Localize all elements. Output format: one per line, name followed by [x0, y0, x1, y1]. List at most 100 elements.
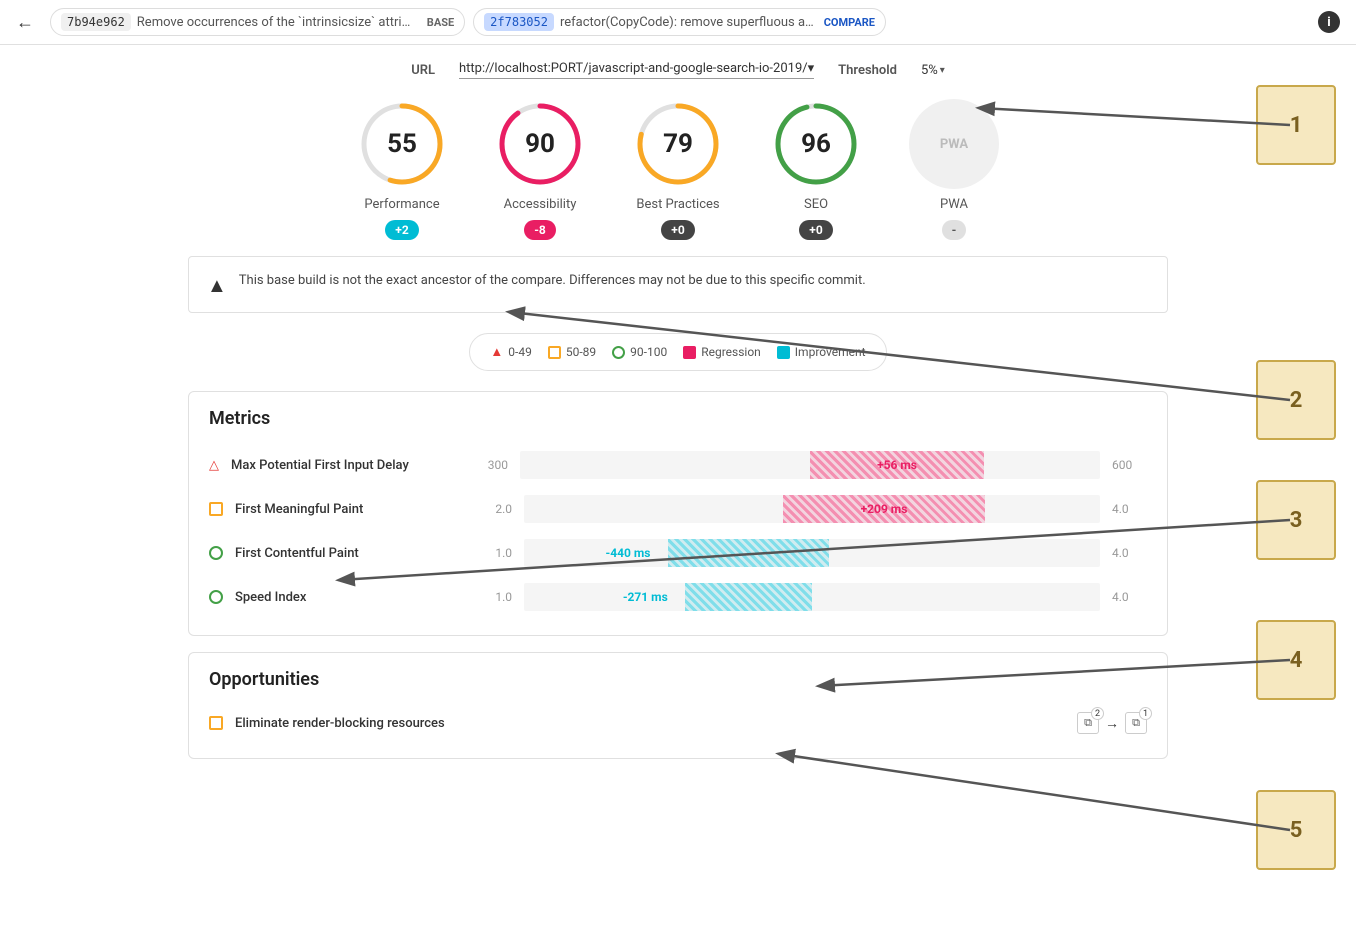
- base-label: Remove occurrences of the `intrinsicsize…: [137, 15, 417, 30]
- accessibility-label: Accessibility: [504, 197, 577, 212]
- metric-bar: +56 ms: [520, 451, 1100, 479]
- url-value[interactable]: http://localhost:PORT/javascript-and-goo…: [459, 61, 814, 79]
- url-label: URL: [411, 63, 435, 78]
- threshold-label: Threshold: [838, 63, 897, 78]
- back-button[interactable]: ←: [16, 12, 34, 33]
- annotation-5: 5: [1256, 790, 1336, 870]
- metric-max: 4.0: [1112, 502, 1147, 516]
- external-link-icon: ⧉: [1084, 716, 1092, 730]
- external-link-icon-2: ⧉: [1132, 716, 1140, 730]
- opportunity-actions: ⧉ 2 → ⧉ 1: [1077, 712, 1147, 734]
- opp-compare-link-button[interactable]: ⧉ 1: [1125, 712, 1147, 734]
- annotation-4: 4: [1256, 620, 1336, 700]
- metric-name: Max Potential First Input Delay: [231, 458, 461, 473]
- compare-hash: 2f783052: [484, 13, 554, 31]
- metrics-title: Metrics: [209, 408, 1147, 429]
- annotation-1: 1: [1256, 85, 1336, 165]
- legend-item-0-49: ▲0-49: [490, 344, 531, 360]
- legend-row: ▲0-4950-8990-100RegressionImprovement: [469, 333, 886, 371]
- pwa-badge: -: [942, 220, 967, 240]
- opportunities-title: Opportunities: [209, 669, 1147, 690]
- metric-triangle-icon: △: [209, 458, 219, 473]
- legend-swatch-icon: [777, 346, 790, 359]
- accessibility-value: 90: [525, 129, 555, 159]
- metric-row: First Contentful Paint 1.0 -440 ms 4.0: [209, 531, 1147, 575]
- compare-label: refactor(CopyCode): remove superfluous a…: [560, 15, 814, 30]
- compare-commit-badge[interactable]: 2f783052 refactor(CopyCode): remove supe…: [473, 8, 886, 36]
- opp-square-icon: [209, 716, 223, 730]
- metric-bar: -440 ms: [524, 539, 1100, 567]
- metric-circle-icon: [209, 546, 223, 560]
- scores-row: 55 Performance +2 90 Accessibility -8 79: [188, 99, 1168, 240]
- legend-triangle-icon: ▲: [490, 344, 503, 360]
- performance-label: Performance: [364, 197, 439, 212]
- pwa-label: PWA: [940, 197, 968, 212]
- main-content: URL http://localhost:PORT/javascript-and…: [128, 45, 1228, 791]
- warning-text: This base build is not the exact ancesto…: [239, 271, 866, 291]
- score-item-performance: 55 Performance +2: [357, 99, 447, 240]
- metric-max: 4.0: [1112, 546, 1147, 560]
- warning-box: ▲ This base build is not the exact ances…: [188, 256, 1168, 313]
- legend-swatch-icon: [683, 346, 696, 359]
- annotation-2: 2: [1256, 360, 1336, 440]
- metric-row: Speed Index 1.0 -271 ms 4.0: [209, 575, 1147, 619]
- url-row: URL http://localhost:PORT/javascript-and…: [188, 61, 1168, 79]
- metric-bar: -271 ms: [524, 583, 1100, 611]
- performance-circle: 55: [357, 99, 447, 189]
- score-item-best-practices: 79 Best Practices +0: [633, 99, 723, 240]
- base-hash: 7b94e962: [61, 13, 131, 31]
- threshold-dropdown[interactable]: 5% ▾: [921, 63, 945, 78]
- metric-name: First Contentful Paint: [235, 546, 465, 561]
- metric-bar: +209 ms: [524, 495, 1100, 523]
- metric-min: 1.0: [477, 546, 512, 560]
- best-practices-value: 79: [663, 129, 693, 159]
- best-practices-badge: +0: [661, 220, 694, 240]
- seo-badge: +0: [799, 220, 832, 240]
- accessibility-circle: 90: [495, 99, 585, 189]
- legend-square-icon: [548, 346, 561, 359]
- info-icon[interactable]: i: [1318, 11, 1340, 33]
- metric-min: 2.0: [477, 502, 512, 516]
- compare-tag: COMPARE: [824, 16, 875, 29]
- performance-value: 55: [387, 129, 417, 159]
- opp-badge-count-2: 1: [1139, 707, 1152, 720]
- base-commit-badge[interactable]: 7b94e962 Remove occurrences of the `intr…: [50, 8, 465, 36]
- metric-min: 1.0: [477, 590, 512, 604]
- legend-item-90-100: 90-100: [612, 345, 667, 359]
- metric-max: 600: [1112, 458, 1147, 472]
- base-tag: BASE: [427, 16, 454, 29]
- performance-badge: +2: [385, 220, 418, 240]
- seo-value: 96: [801, 129, 831, 159]
- opportunity-name: Eliminate render-blocking resources: [235, 716, 1065, 731]
- legend-item-regression: Regression: [683, 345, 761, 359]
- best-practices-label: Best Practices: [636, 197, 719, 212]
- opp-arrow-icon: →: [1105, 715, 1119, 732]
- opportunity-row: Eliminate render-blocking resources ⧉ 2 …: [209, 704, 1147, 742]
- best-practices-circle: 79: [633, 99, 723, 189]
- metric-row: △ Max Potential First Input Delay 300 +5…: [209, 443, 1147, 487]
- warning-triangle-icon: ▲: [207, 273, 227, 298]
- metric-max: 4.0: [1112, 590, 1147, 604]
- score-item-accessibility: 90 Accessibility -8: [495, 99, 585, 240]
- legend-circle-icon: [612, 346, 625, 359]
- metric-circle-icon: [209, 590, 223, 604]
- annotation-3: 3: [1256, 480, 1336, 560]
- metric-name: First Meaningful Paint: [235, 502, 465, 517]
- accessibility-badge: -8: [524, 220, 556, 240]
- opp-badge-count: 2: [1091, 707, 1104, 720]
- metric-min: 300: [473, 458, 508, 472]
- metric-row: First Meaningful Paint 2.0 +209 ms 4.0: [209, 487, 1147, 531]
- legend-item-50-89: 50-89: [548, 345, 596, 359]
- score-item-pwa: PWA PWA -: [909, 99, 999, 240]
- opp-base-link-button[interactable]: ⧉ 2: [1077, 712, 1099, 734]
- opportunities-section: Opportunities Eliminate render-blocking …: [188, 652, 1168, 759]
- top-bar: ← 7b94e962 Remove occurrences of the `in…: [0, 0, 1356, 45]
- seo-circle: 96: [771, 99, 861, 189]
- seo-label: SEO: [804, 197, 828, 212]
- metrics-section: Metrics △ Max Potential First Input Dela…: [188, 391, 1168, 636]
- threshold-value-text: 5%: [921, 63, 938, 78]
- threshold-arrow-icon: ▾: [940, 65, 945, 76]
- pwa-circle: PWA: [909, 99, 999, 189]
- metric-name: Speed Index: [235, 590, 465, 605]
- metric-square-icon: [209, 502, 223, 516]
